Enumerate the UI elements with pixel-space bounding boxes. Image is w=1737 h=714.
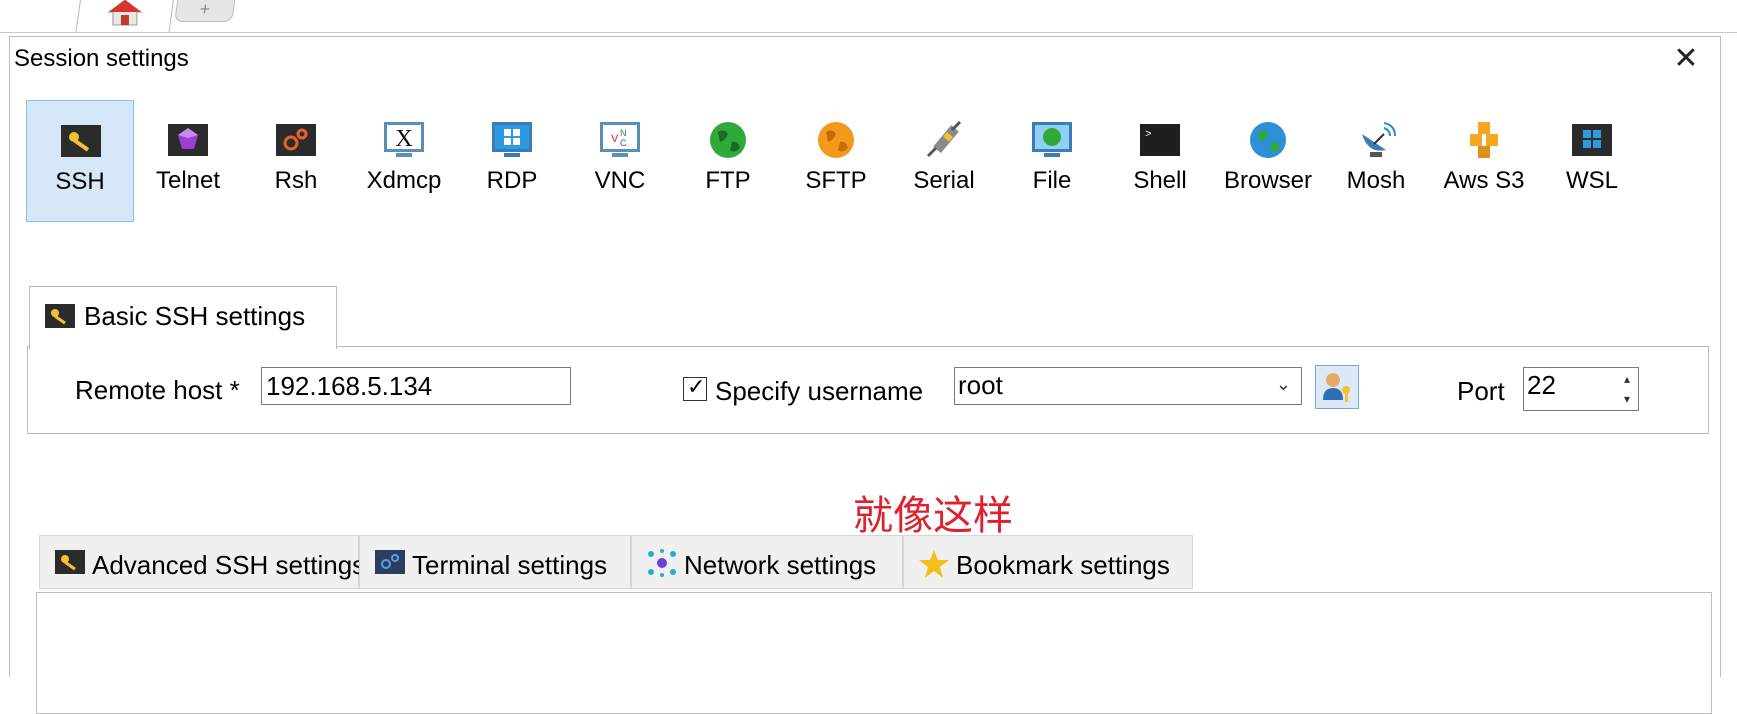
aws-cubes-icon	[1462, 120, 1506, 160]
satellite-dish-icon	[1354, 120, 1398, 160]
session-type-telnet[interactable]: Telnet	[134, 100, 242, 222]
tab-basic-ssh-settings[interactable]: Basic SSH settings	[29, 286, 337, 349]
tab-terminal-settings[interactable]: Terminal settings	[359, 535, 631, 589]
tab-label: Advanced SSH settings	[92, 550, 366, 580]
key-icon	[59, 121, 103, 161]
close-icon: ✕	[1673, 42, 1699, 75]
tab-label: Network settings	[684, 550, 877, 580]
session-type-ftp[interactable]: FTP	[674, 100, 782, 222]
vnc-monitor-icon: VNC	[598, 120, 642, 160]
star-icon	[918, 549, 950, 584]
gears-icon	[274, 120, 318, 160]
terminal-icon: >	[1138, 120, 1182, 160]
home-icon	[107, 0, 143, 31]
session-type-label: WSL	[1565, 167, 1618, 194]
user-key-icon	[1316, 373, 1358, 412]
tab-bookmark-settings[interactable]: Bookmark settings	[903, 535, 1193, 589]
tab-advanced-ssh-settings[interactable]: Advanced SSH settings	[39, 535, 365, 589]
svg-text:V: V	[611, 133, 619, 145]
chevron-down-icon: ⌄	[1275, 374, 1291, 394]
session-type-label: SSH	[55, 168, 105, 195]
session-type-xdmcp[interactable]: X Xdmcp	[350, 100, 458, 222]
port-label: Port	[1457, 376, 1505, 406]
tab-label: Basic SSH settings	[84, 301, 306, 331]
svg-text:>: >	[1145, 129, 1152, 141]
file-monitor-icon	[1030, 120, 1074, 160]
username-combobox[interactable]: root ⌄	[954, 367, 1302, 405]
annotation-text: 就像这样	[853, 494, 1013, 538]
session-type-label: Shell	[1133, 167, 1187, 194]
session-type-rsh[interactable]: Rsh	[242, 100, 350, 222]
specify-username-checkbox[interactable]: ✓	[683, 374, 707, 401]
x-monitor-icon: X	[382, 120, 426, 160]
green-globe-icon	[706, 120, 750, 160]
advanced-settings-panel	[36, 592, 1712, 714]
checkmark-icon: ✓	[687, 374, 706, 399]
session-type-label: RDP	[486, 167, 538, 194]
session-type-label: Serial	[913, 167, 975, 194]
svg-text:N: N	[620, 128, 627, 138]
session-type-wsl[interactable]: WSL	[1538, 100, 1646, 222]
session-type-label: Telnet	[155, 167, 221, 194]
session-type-label: Browser	[1223, 167, 1313, 194]
blue-globe-icon	[1246, 120, 1290, 160]
session-type-label: Xdmcp	[366, 167, 442, 194]
svg-text:X: X	[395, 126, 412, 152]
remote-host-input[interactable]: 192.168.5.134	[261, 367, 571, 405]
session-type-label: VNC	[594, 167, 646, 194]
session-type-ssh[interactable]: SSH	[26, 100, 134, 222]
session-type-label: Aws S3	[1443, 167, 1525, 194]
session-type-browser[interactable]: Browser	[1214, 100, 1322, 222]
session-type-label: SFTP	[805, 167, 867, 194]
session-type-rdp[interactable]: RDP	[458, 100, 566, 222]
plus-icon: +	[198, 0, 212, 19]
purple-gem-icon	[166, 120, 210, 160]
specify-username-label: Specify username	[715, 376, 924, 406]
key-icon	[44, 303, 76, 334]
session-tab-strip: +	[0, 0, 1737, 33]
session-type-mosh[interactable]: Mosh	[1322, 100, 1430, 222]
network-nodes-icon	[646, 549, 678, 582]
session-type-shell[interactable]: > Shell	[1106, 100, 1214, 222]
session-type-label: File	[1032, 167, 1072, 194]
user-credentials-button[interactable]	[1315, 365, 1359, 409]
session-type-file[interactable]: File	[998, 100, 1106, 222]
session-type-sftp[interactable]: SFTP	[782, 100, 890, 222]
tab-network-settings[interactable]: Network settings	[631, 535, 903, 589]
session-type-label: FTP	[705, 167, 751, 194]
remote-host-label: Remote host *	[75, 375, 240, 405]
session-settings-dialog: Session settings ✕ SSH Telnet Rsh X Xdmc…	[9, 36, 1721, 714]
new-tab-button[interactable]: +	[174, 0, 236, 22]
session-type-label: Rsh	[274, 167, 318, 194]
username-value: root	[958, 370, 1003, 400]
spin-arrows-icon[interactable]: ▴ ▾	[1624, 369, 1630, 409]
tab-label: Terminal settings	[412, 550, 608, 580]
windows-terminal-icon	[1570, 120, 1614, 160]
session-type-vnc[interactable]: VNC VNC	[566, 100, 674, 222]
tab-label: Bookmark settings	[956, 550, 1170, 580]
svg-text:C: C	[620, 138, 627, 148]
home-tab[interactable]	[75, 0, 175, 32]
port-value: 22	[1527, 370, 1556, 400]
basic-ssh-settings-panel: Remote host * 192.168.5.134 ✓ Specify us…	[27, 346, 1709, 434]
session-type-label: Mosh	[1346, 167, 1406, 194]
dialog-title: Session settings	[14, 45, 189, 72]
key-icon	[54, 549, 86, 580]
session-type-serial[interactable]: Serial	[890, 100, 998, 222]
gears-icon	[374, 549, 406, 580]
session-type-aws-s3[interactable]: Aws S3	[1430, 100, 1538, 222]
close-button[interactable]: ✕	[1668, 41, 1704, 77]
orange-globe-icon	[814, 120, 858, 160]
serial-plug-icon	[922, 120, 966, 160]
windows-monitor-icon	[490, 120, 534, 160]
port-spinbox[interactable]: 22 ▴ ▾	[1523, 367, 1639, 411]
